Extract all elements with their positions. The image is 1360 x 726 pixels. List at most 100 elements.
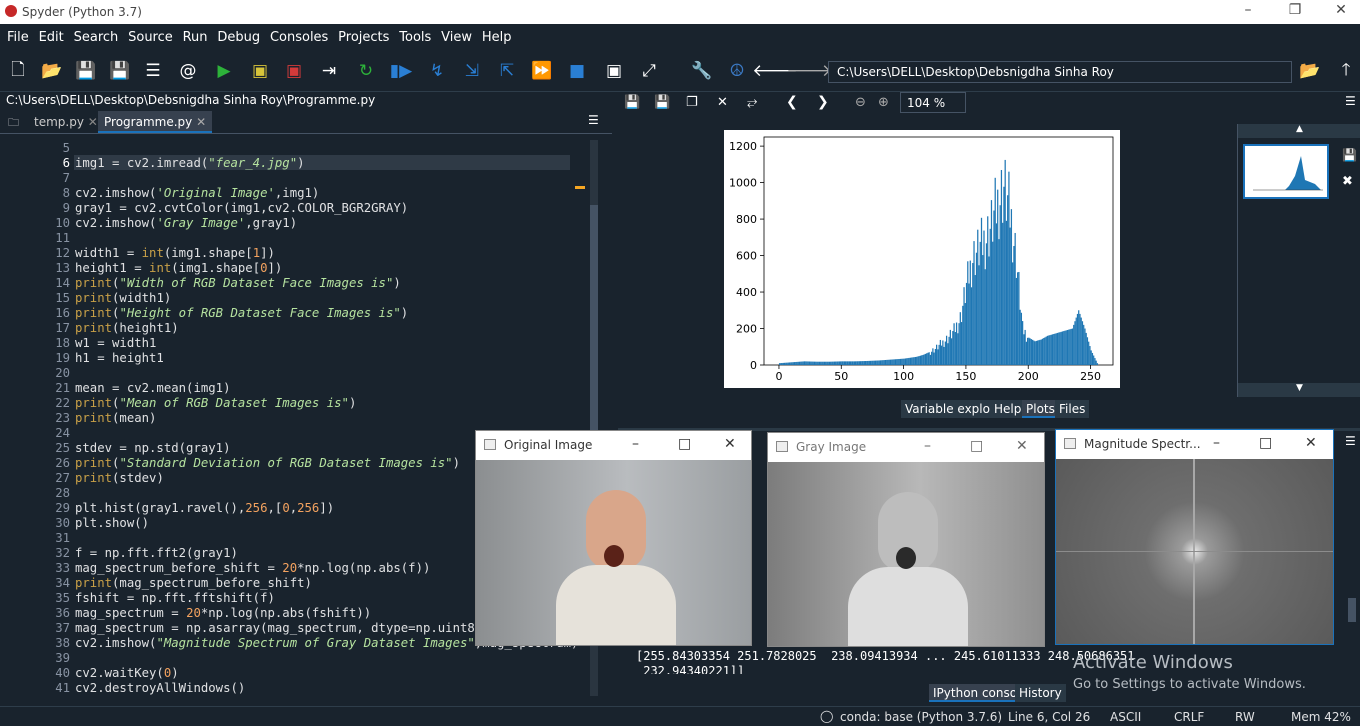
save-all-icon[interactable]: 💾	[108, 60, 132, 82]
minimize-icon[interactable]: –	[924, 438, 931, 454]
minimize-icon[interactable]: –	[1213, 435, 1220, 451]
copy-plot-icon[interactable]: ❐	[686, 95, 698, 110]
histogram-bar	[978, 265, 980, 365]
menu-edit[interactable]: Edit	[39, 24, 64, 45]
menu-debug[interactable]: Debug	[217, 24, 260, 45]
menu-source[interactable]: Source	[128, 24, 173, 45]
zoom-out-icon[interactable]: ⊖	[855, 95, 866, 110]
menu-consoles[interactable]: Consoles	[270, 24, 328, 45]
menu-tools[interactable]: Tools	[399, 24, 431, 45]
stop-debug-icon[interactable]: ■	[565, 60, 589, 82]
histogram-bar	[922, 354, 924, 365]
cv-window-magnitude[interactable]: Magnitude Spectr... – □ ✕	[1055, 429, 1334, 645]
tab-files[interactable]: Files	[1055, 400, 1090, 418]
step-icon[interactable]: ↯	[425, 60, 449, 82]
preferences-icon[interactable]: 🔧	[690, 60, 714, 82]
minimize-icon[interactable]: –	[1238, 2, 1258, 18]
step-return-icon[interactable]: ⇱	[495, 60, 519, 82]
console-options-icon[interactable]: ☰	[1345, 434, 1356, 448]
menu-view[interactable]: View	[441, 24, 472, 45]
menu-help[interactable]: Help	[482, 24, 512, 45]
maximize-icon[interactable]: □	[970, 438, 983, 454]
tab-history[interactable]: History	[1015, 684, 1066, 702]
window-title: Magnitude Spectr...	[1084, 437, 1201, 451]
forward-icon[interactable]: 🡒	[786, 60, 832, 82]
parent-dir-icon[interactable]: 🡑	[1334, 60, 1358, 82]
histogram-bar	[832, 361, 834, 365]
histogram-bar	[1004, 159, 1006, 365]
close-thumbnail-icon[interactable]: ✖	[1342, 174, 1353, 189]
open-file-icon[interactable]: 📂	[40, 60, 64, 82]
histogram-bar	[1061, 331, 1064, 365]
close-tab-icon[interactable]: ✕	[88, 115, 98, 129]
close-icon[interactable]: ✕	[1331, 2, 1351, 18]
restore-icon[interactable]: ❐	[1285, 2, 1305, 18]
code-line: height1 = int(img1.shape[0])	[75, 261, 283, 275]
plot-thumbnail[interactable]	[1243, 144, 1329, 199]
console-scroll-thumb[interactable]	[1348, 598, 1356, 622]
histogram-bar	[1081, 321, 1084, 365]
new-file-icon[interactable]: 🗋	[6, 60, 30, 82]
tab-programme-py[interactable]: Programme.py ✕	[98, 111, 213, 133]
save-thumbnail-icon[interactable]: 💾	[1342, 148, 1357, 162]
python-path-icon[interactable]: ☮	[725, 60, 749, 82]
minimize-icon[interactable]: –	[632, 436, 639, 452]
working-directory-input[interactable]: C:\Users\DELL\Desktop\Debsnigdha Sinha R…	[828, 61, 1292, 83]
tab-temp-py[interactable]: temp.py ✕	[28, 111, 104, 133]
close-icon[interactable]: ✕	[1016, 438, 1028, 454]
run-cell-icon[interactable]: ▣	[248, 60, 272, 82]
histogram-bar	[1000, 169, 1003, 365]
tab-help[interactable]: Help	[990, 400, 1026, 418]
maximize-icon[interactable]: □	[678, 436, 691, 452]
previous-plot-icon[interactable]: ❮	[786, 94, 798, 110]
zoom-level-input[interactable]: 104 %	[900, 92, 966, 113]
save-all-plots-icon[interactable]: 💾	[654, 95, 670, 110]
zoom-in-icon[interactable]: ⊕	[878, 95, 889, 110]
debug-icon[interactable]: ▮▶	[389, 60, 413, 82]
histogram-bar	[1010, 209, 1013, 365]
cv-window-original[interactable]: Original Image – □ ✕	[475, 430, 752, 646]
histogram-bar	[963, 287, 965, 365]
rerun-icon[interactable]: ↻	[354, 60, 378, 82]
histogram-bar	[897, 359, 899, 365]
maximize-icon[interactable]: □	[1259, 435, 1272, 451]
close-icon[interactable]: ✕	[724, 436, 736, 452]
browse-tabs-icon[interactable]: 🗀	[8, 114, 19, 133]
histogram-bar	[950, 338, 953, 365]
cv-window-gray[interactable]: Gray Image – □ ✕	[767, 432, 1045, 647]
browse-folder-icon[interactable]: 📂	[1298, 60, 1322, 82]
histogram-bar	[970, 287, 973, 365]
code-line: print(stdev)	[75, 471, 164, 485]
close-icon[interactable]: ✕	[1305, 435, 1317, 451]
run-icon[interactable]: ▶	[212, 60, 236, 82]
remove-plot-icon[interactable]: ✕	[717, 95, 728, 110]
outline-icon[interactable]: ☰	[141, 60, 165, 82]
menu-file[interactable]: File	[7, 24, 29, 45]
close-tab-icon[interactable]: ✕	[196, 115, 206, 129]
histogram-bar	[1024, 329, 1026, 365]
save-plot-icon[interactable]: 💾	[624, 95, 640, 110]
menu-run[interactable]: Run	[183, 24, 208, 45]
histogram-bar	[1015, 277, 1018, 365]
scroll-up-icon[interactable]: ▲	[1238, 124, 1360, 138]
fullscreen-icon[interactable]: ⤢	[637, 60, 661, 82]
window-header: Gray Image – □ ✕	[768, 433, 1044, 462]
editor-options-icon[interactable]: ☰	[588, 113, 599, 127]
menu-projects[interactable]: Projects	[338, 24, 389, 45]
plots-options-icon[interactable]: ☰	[1345, 94, 1356, 108]
menu-search[interactable]: Search	[74, 24, 119, 45]
next-plot-icon[interactable]: ❯	[817, 94, 829, 110]
run-selection-icon[interactable]: ⇥	[317, 60, 341, 82]
histogram-bar	[796, 361, 798, 365]
run-cell-advance-icon[interactable]: ▣	[282, 60, 306, 82]
remove-all-plots-icon[interactable]: ⥂	[747, 95, 757, 110]
tab-plots[interactable]: Plots	[1022, 400, 1059, 418]
continue-icon[interactable]: ⏩	[530, 60, 554, 82]
scroll-down-icon[interactable]: ▼	[1238, 383, 1360, 397]
at-icon[interactable]: @	[176, 60, 200, 82]
editor-scroll-thumb[interactable]	[590, 205, 598, 435]
save-icon[interactable]: 💾	[74, 60, 98, 82]
step-into-icon[interactable]: ⇲	[460, 60, 484, 82]
back-icon[interactable]: 🡐	[752, 60, 798, 82]
maximize-pane-icon[interactable]: ▣	[602, 60, 626, 82]
